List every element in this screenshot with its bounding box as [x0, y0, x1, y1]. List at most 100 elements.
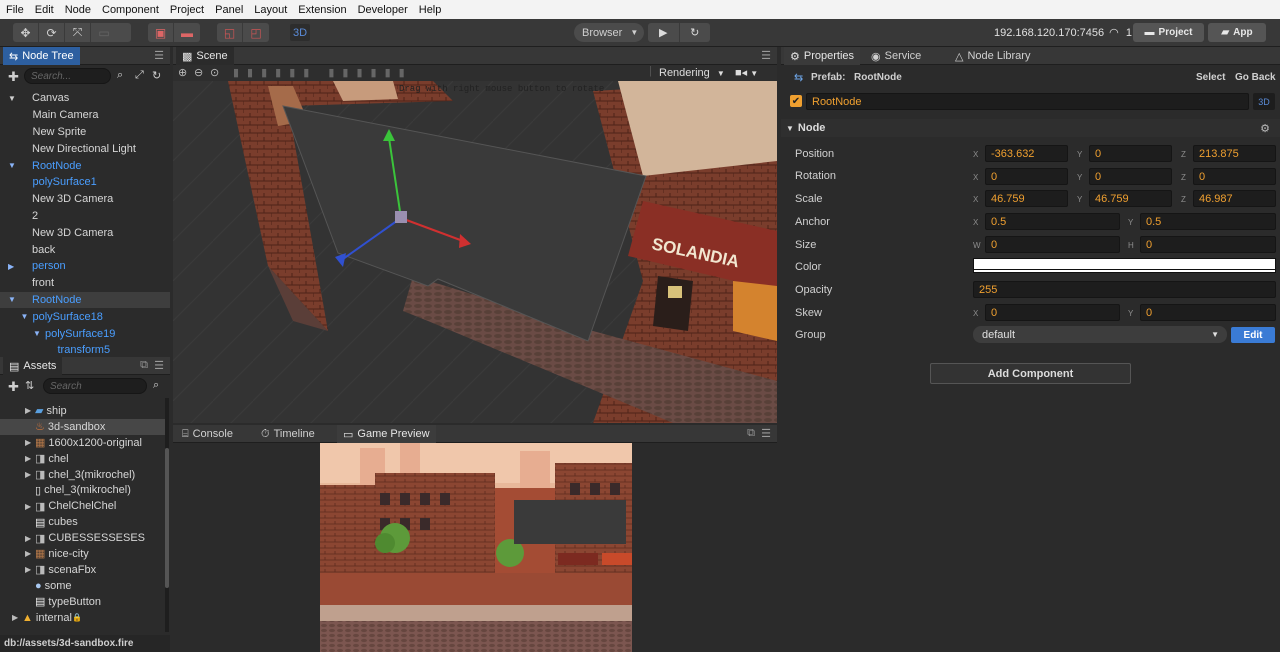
asset-item[interactable]: ▤ typeButton [0, 594, 166, 610]
asset-item[interactable]: ● some [0, 578, 166, 594]
sort-icon[interactable]: ⇅ [25, 379, 34, 392]
chevron-down-icon[interactable]: ▼ [8, 94, 16, 103]
maximize-icon[interactable]: ⧉ [747, 427, 755, 440]
skew-y-field[interactable]: 0 [1140, 304, 1276, 321]
skew-x-field[interactable]: 0 [985, 304, 1120, 321]
rotate-tool-icon[interactable]: ⟳ [39, 23, 65, 42]
rotation-y-field[interactable]: 0 [1089, 168, 1172, 185]
position-y-field[interactable]: 0 [1089, 145, 1172, 162]
refresh-icon[interactable]: ↻ [152, 69, 161, 82]
color-swatch[interactable] [973, 258, 1276, 273]
add-asset-icon[interactable]: ✚ [8, 379, 19, 395]
local-space-icon[interactable]: ◱ [217, 23, 243, 42]
tree-node[interactable]: polySurface1 [0, 174, 170, 191]
pivot-icon[interactable]: ▣ [148, 23, 174, 42]
chevron-right-icon[interactable]: ▶ [25, 406, 35, 415]
menu-layout[interactable]: Layout [254, 4, 287, 16]
tree-node[interactable]: ▼ polySurface19 [0, 325, 170, 342]
menu-edit[interactable]: Edit [35, 4, 54, 16]
chevron-right-icon[interactable]: ▶ [25, 438, 35, 447]
panel-menu-icon[interactable]: ☰ [761, 49, 771, 62]
zoom-reset-icon[interactable]: ⊙ [210, 66, 219, 79]
asset-item[interactable]: ▶ ▰ ship [0, 403, 166, 419]
panel-menu-icon[interactable]: ☰ [761, 427, 771, 440]
menu-component[interactable]: Component [102, 4, 159, 16]
camera-icon[interactable]: ■◂ ▼ [735, 66, 758, 79]
toggle-3d-button[interactable]: 3D [290, 24, 310, 41]
node-3d-badge[interactable]: 3D [1253, 93, 1275, 110]
prefab-go-back-button[interactable]: Go Back [1235, 72, 1276, 83]
search-icon[interactable]: ⌕ [117, 69, 123, 82]
asset-item[interactable]: ▶ ▦ 1600x1200-original [0, 435, 166, 451]
tree-node[interactable]: Main Camera [0, 107, 170, 124]
tree-node[interactable]: ▶ person [0, 258, 170, 275]
asset-item[interactable]: ▶ ◨ scenaFbx [0, 562, 166, 578]
search-icon[interactable]: ⌕ [153, 379, 159, 392]
panel-menu-icon[interactable]: ☰ [154, 49, 164, 62]
menu-node[interactable]: Node [65, 4, 91, 16]
menu-file[interactable]: File [6, 4, 24, 16]
node-section-header[interactable]: ▼ Node ⚙ [781, 119, 1280, 137]
open-app-button[interactable]: ▰ App [1208, 23, 1266, 42]
position-x-field[interactable]: -363.632 [985, 145, 1068, 162]
tab-node-tree[interactable]: ⇆ Node Tree [3, 47, 80, 65]
node-name-field[interactable]: RootNode [806, 93, 1249, 110]
tree-node[interactable]: back [0, 241, 170, 258]
menu-panel[interactable]: Panel [215, 4, 243, 16]
assets-scroll-thumb[interactable] [165, 448, 169, 588]
move-tool-icon[interactable]: ✥ [13, 23, 39, 42]
add-node-icon[interactable]: ✚ [8, 69, 19, 85]
menu-extension[interactable]: Extension [298, 4, 346, 16]
preview-platform-select[interactable]: Browser ▼ [574, 23, 644, 42]
anchor-y-field[interactable]: 0.5 [1140, 213, 1276, 230]
tab-service[interactable]: ◉ Service [865, 47, 927, 65]
opacity-field[interactable]: 255 [973, 281, 1276, 298]
align-icons[interactable]: ▮▮▮▮▮▮ ▮▮▮▮▮▮ [233, 66, 413, 79]
open-project-button[interactable]: ▬ Project [1133, 23, 1204, 42]
scale-x-field[interactable]: 46.759 [985, 190, 1068, 207]
scale-y-field[interactable]: 46.759 [1089, 190, 1172, 207]
size-h-field[interactable]: 0 [1140, 236, 1276, 253]
asset-item[interactable]: ▶ ◨ chel [0, 451, 166, 467]
chevron-down-icon[interactable]: ▼ [8, 161, 16, 170]
anchor-x-field[interactable]: 0.5 [985, 213, 1120, 230]
tree-node[interactable]: New 3D Camera [0, 191, 170, 208]
chevron-right-icon[interactable]: ▶ [25, 502, 35, 511]
tree-node[interactable]: front [0, 275, 170, 292]
chevron-right-icon[interactable]: ▶ [25, 565, 35, 574]
gear-icon[interactable]: ⚙ [1260, 122, 1270, 135]
add-component-button[interactable]: Add Component [930, 363, 1131, 384]
chevron-down-icon[interactable]: ▼ [21, 312, 29, 321]
group-edit-button[interactable]: Edit [1231, 327, 1275, 343]
scale-z-field[interactable]: 46.987 [1193, 190, 1276, 207]
rect-tool-icon[interactable]: ▭ [91, 23, 117, 42]
tree-node[interactable]: New Sprite [0, 124, 170, 141]
asset-item[interactable]: ▯ chel_3(mikrochel) [0, 482, 166, 498]
play-icon[interactable]: ▶ [648, 23, 680, 42]
tree-node[interactable]: ▼ RootNode [0, 157, 170, 174]
asset-item[interactable]: ♨ 3d-sandbox [0, 418, 166, 435]
tree-node[interactable]: ▼ RootNode [0, 291, 170, 309]
menu-developer[interactable]: Developer [358, 4, 408, 16]
chevron-down-icon[interactable]: ▼ [33, 329, 41, 338]
global-space-icon[interactable]: ◰ [243, 23, 269, 42]
asset-item[interactable]: ▤ cubes [0, 514, 166, 530]
zoom-out-icon[interactable]: ⊖ [194, 66, 203, 79]
rotation-x-field[interactable]: 0 [985, 168, 1068, 185]
asset-item[interactable]: ▶ ▲ internal 🔒 [0, 610, 166, 626]
game-preview-viewport[interactable] [320, 443, 632, 652]
tab-console[interactable]: ⌸ Console [176, 425, 239, 443]
asset-item[interactable]: ▶ ◨ CUBESSESSESES [0, 530, 166, 546]
tree-node[interactable]: ▼ Canvas [0, 90, 170, 107]
refresh-icon[interactable]: ↻ [680, 23, 711, 42]
scene-viewport[interactable]: SOLANDIA Drag with right mouse button to… [173, 81, 777, 423]
rendering-select[interactable]: Rendering ▼ [659, 67, 725, 79]
position-z-field[interactable]: 213.875 [1193, 145, 1276, 162]
chevron-right-icon[interactable]: ▶ [25, 549, 35, 558]
menu-project[interactable]: Project [170, 4, 204, 16]
tab-node-library[interactable]: △ Node Library [949, 47, 1036, 65]
expand-icon[interactable]: ⤢ [135, 69, 144, 82]
tab-assets[interactable]: ▤ Assets [3, 357, 63, 375]
tab-properties[interactable]: ⚙ Properties [784, 47, 861, 65]
group-select[interactable]: default ▼ [973, 326, 1227, 343]
